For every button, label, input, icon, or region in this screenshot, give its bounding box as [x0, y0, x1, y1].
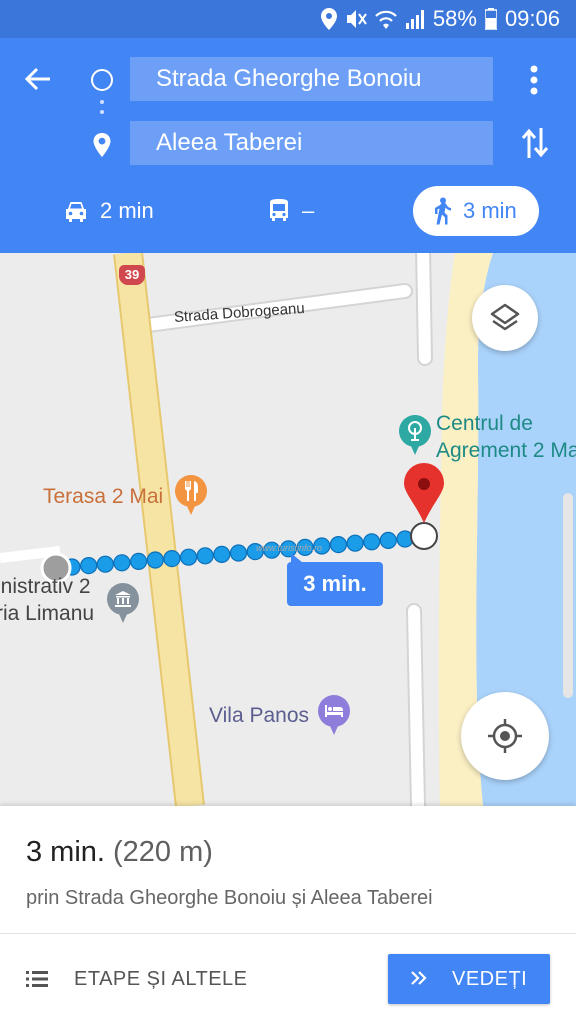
list-icon — [26, 971, 48, 987]
battery-percent: 58% — [432, 6, 477, 31]
steps-label: ETAPE ȘI ALTELE — [74, 967, 248, 990]
route-time-label[interactable]: 3 min. — [287, 553, 383, 606]
route-dot — [113, 554, 131, 572]
route-dot — [180, 548, 198, 566]
my-location-button[interactable] — [461, 692, 549, 780]
route-dot — [379, 531, 397, 549]
route-distance: (220 m) — [112, 836, 213, 868]
route-summary-sheet[interactable]: 3 min. (220 m) prin Strada Gheorghe Bonoi… — [0, 806, 576, 1024]
route-dot — [96, 555, 114, 573]
route-dot — [80, 557, 98, 575]
route-dot — [229, 544, 248, 562]
origin-input[interactable]: Strada Gheorghe Bonoiu — [130, 57, 493, 101]
route-dot — [213, 545, 231, 563]
route-dot — [130, 552, 148, 570]
car-icon — [66, 202, 86, 222]
poi-label-centrul[interactable]: Centrul de Agrement 2 Mai — [436, 410, 576, 464]
restaurant-poi-icon[interactable] — [175, 475, 207, 515]
destination-input[interactable]: Aleea Taberei — [130, 121, 493, 165]
status-bar: 58% 09:06 — [0, 0, 576, 38]
route-summary: 3 min. (220 m) — [26, 836, 213, 869]
back-arrow-icon[interactable] — [22, 64, 62, 96]
map-view[interactable]: 39 Strada Dobrogeanu Centrul de Agrement… — [0, 253, 576, 806]
mute-icon — [345, 8, 367, 30]
route-end-marker — [410, 522, 438, 550]
watermark: www.turistinfo.ro — [256, 543, 323, 553]
poi-label-vila[interactable]: Vila Panos — [209, 704, 309, 728]
poi-label-terasa[interactable]: Terasa 2 Mai — [43, 485, 163, 509]
origin-circle-icon — [91, 69, 113, 91]
route-dot — [363, 533, 381, 551]
route-dot — [196, 547, 214, 565]
steps-button[interactable]: ETAPE ȘI ALTELE — [26, 954, 248, 1004]
signal-icon — [405, 9, 425, 29]
route-dot — [163, 550, 181, 568]
mode-walk-label: 3 min — [463, 198, 517, 223]
clock: 09:06 — [504, 6, 560, 31]
route-dot — [146, 551, 164, 569]
mode-drive-label: 2 min — [100, 198, 154, 223]
layers-button[interactable] — [472, 285, 538, 351]
mode-transit-label: – — [302, 198, 315, 223]
bus-icon — [270, 199, 288, 221]
destination-marker-icon[interactable] — [404, 463, 444, 523]
wifi-icon — [375, 9, 397, 29]
preview-label: VEDEȚI — [452, 967, 528, 990]
mode-transit-button[interactable]: – — [268, 186, 314, 236]
route-dots-icon — [99, 100, 105, 124]
route-dot — [329, 536, 347, 554]
walk-icon — [435, 197, 451, 225]
crosshair-icon — [488, 719, 522, 753]
route-duration: 3 min. — [26, 836, 105, 868]
hotel-poi-icon[interactable] — [318, 695, 350, 735]
mode-walk-button[interactable]: 3 min — [413, 186, 539, 236]
preview-button[interactable]: VEDEȚI — [388, 954, 550, 1004]
road-shield-39: 39 — [119, 265, 145, 285]
poi-label-admin[interactable]: inistrativ 2 ria Limanu — [0, 573, 116, 627]
battery-icon — [484, 8, 497, 30]
divider — [0, 933, 576, 934]
swap-icon[interactable] — [520, 126, 550, 160]
double-chevron-icon — [410, 968, 428, 991]
route-dot — [346, 534, 364, 552]
layers-icon — [490, 303, 520, 331]
directions-header: Strada Gheorghe Bonoiu Aleea Taberei 2 m… — [0, 38, 576, 253]
park-poi-icon[interactable] — [399, 415, 431, 455]
route-via: prin Strada Gheorghe Bonoiu și Aleea Tab… — [26, 887, 433, 909]
more-options-icon[interactable] — [522, 62, 546, 98]
destination-pin-icon — [91, 133, 113, 157]
mode-drive-button[interactable]: 2 min — [64, 186, 154, 236]
location-icon — [320, 8, 337, 30]
